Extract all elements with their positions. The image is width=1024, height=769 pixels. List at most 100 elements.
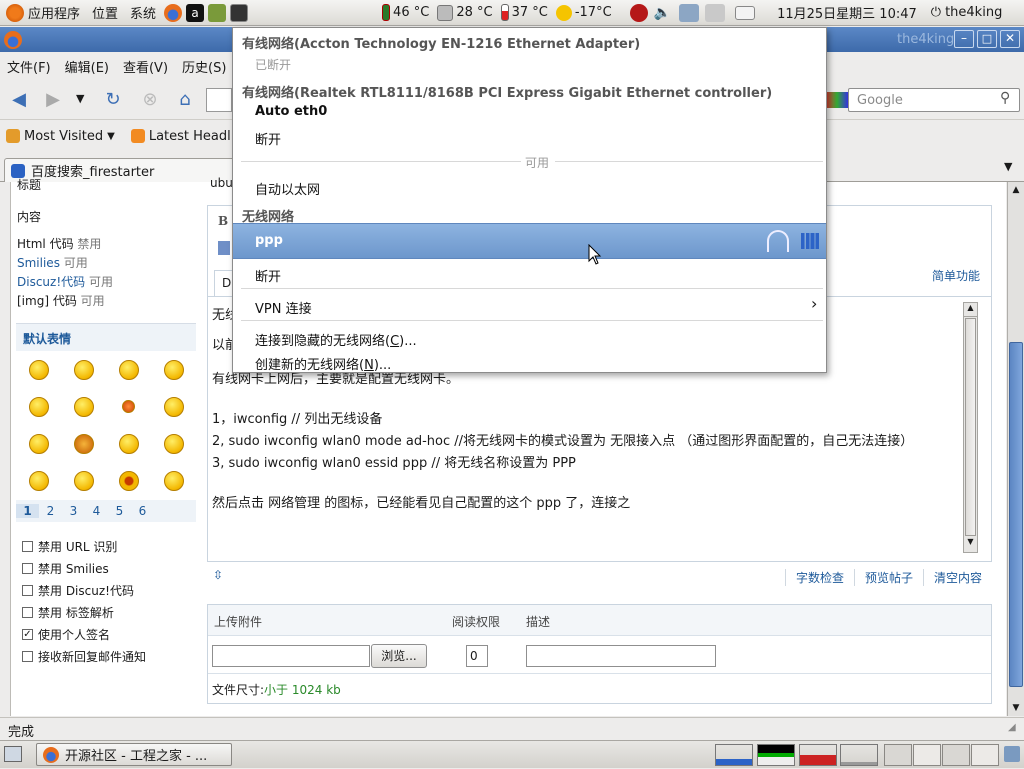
smiley-icon[interactable]	[73, 471, 94, 492]
workspace-1[interactable]	[884, 744, 912, 766]
maximize-button[interactable]: □	[977, 30, 997, 48]
option-email-notify[interactable]: 接收新回复邮件通知	[22, 645, 202, 667]
reload-button[interactable]: ↻	[100, 86, 126, 112]
read-permission-input[interactable]: 0	[466, 645, 488, 667]
menu-history[interactable]: 历史(S)	[175, 57, 233, 76]
checkbox[interactable]	[22, 562, 33, 574]
smiley-page-5[interactable]: 5	[108, 504, 131, 518]
firefox-window-icon[interactable]	[4, 31, 22, 49]
search-input[interactable]: Google	[848, 88, 1020, 112]
editor-scroll-thumb[interactable]	[965, 318, 976, 536]
trash-icon[interactable]	[1004, 746, 1020, 762]
taskbar-firefox-window[interactable]: 开源社区 - 工程之家 - ...	[36, 743, 232, 766]
smiley-icon[interactable]	[28, 471, 49, 492]
cpu-temp[interactable]: 46 °C	[382, 4, 429, 21]
history-dropdown-icon[interactable]: ▼	[76, 92, 84, 105]
workspace-3[interactable]	[942, 744, 970, 766]
word-count-button[interactable]: 字数检查	[784, 568, 854, 586]
volume-icon[interactable]: 🔈	[654, 5, 671, 21]
smiley-page-3[interactable]: 3	[62, 504, 85, 518]
power-icon[interactable]	[629, 3, 648, 22]
book-launcher-icon[interactable]	[208, 3, 227, 22]
smiley-icon[interactable]	[163, 434, 184, 455]
show-desktop-icon[interactable]	[4, 746, 22, 762]
resize-icon[interactable]: ⇳	[213, 568, 223, 582]
clear-content-button[interactable]: 清空内容	[922, 568, 992, 586]
bookmark-latest-headlines[interactable]: Latest Headl	[130, 129, 231, 144]
option-disable-smilies[interactable]: 禁用 Smilies	[22, 557, 202, 579]
smiley-page-2[interactable]: 2	[39, 504, 62, 518]
auto-eth0-item[interactable]: Auto eth0	[255, 104, 327, 119]
simple-mode-link[interactable]: 简单功能	[932, 267, 980, 284]
places-menu[interactable]: 位置	[86, 0, 124, 26]
workspace-2[interactable]	[913, 744, 941, 766]
weather[interactable]: -17°C	[555, 4, 612, 21]
wireless-disconnect-item[interactable]: 断开	[255, 266, 281, 285]
page-scroll-up-icon[interactable]: ▲	[1008, 182, 1024, 198]
smiley-page-1[interactable]: 1	[16, 504, 39, 518]
network-manager-icon[interactable]	[679, 3, 700, 22]
stop-button[interactable]: ⊗	[137, 86, 163, 112]
tab-list-chevron-icon[interactable]: ▼	[1004, 160, 1012, 173]
subject-input-partial[interactable]: ubu	[210, 176, 233, 190]
smiley-icon[interactable]	[163, 396, 184, 417]
smiley-page-4[interactable]: 4	[85, 504, 108, 518]
disk-temp[interactable]: 28 °C	[437, 4, 493, 21]
smiley-icon[interactable]	[28, 396, 49, 417]
browse-button[interactable]: 浏览...	[371, 644, 427, 668]
editor-scrollbar[interactable]: ▲ ▼	[963, 302, 978, 553]
smiley-icon[interactable]	[163, 471, 184, 492]
smiley-icon[interactable]	[118, 359, 139, 380]
smiley-icon[interactable]	[122, 400, 135, 414]
option-disable-discuz[interactable]: 禁用 Discuz!代码	[22, 579, 202, 601]
checkbox[interactable]	[22, 650, 33, 662]
minimize-button[interactable]: –	[954, 30, 974, 48]
checkbox[interactable]	[22, 584, 33, 596]
back-button[interactable]: ◀	[6, 86, 32, 112]
smiley-page-6[interactable]: 6	[131, 504, 154, 518]
menu-file[interactable]: 文件(F)	[0, 57, 58, 76]
checkbox[interactable]	[22, 606, 33, 618]
smiley-icon[interactable]	[73, 434, 94, 455]
terminal-launcher-icon[interactable]	[230, 3, 249, 22]
network-device-icon[interactable]	[705, 3, 726, 22]
workspace-4[interactable]	[971, 744, 999, 766]
user-switcher[interactable]: ⏻ the4king	[931, 5, 1003, 20]
create-wireless-item[interactable]: 创建新的无线网络(N)...	[255, 354, 391, 373]
menu-edit[interactable]: 编辑(E)	[58, 57, 116, 76]
firefox-launcher-icon[interactable]	[164, 3, 183, 22]
home-button[interactable]: ⌂	[172, 86, 198, 112]
smiley-icon[interactable]	[118, 434, 139, 455]
smiley-icon[interactable]	[28, 359, 49, 380]
file-path-input[interactable]	[212, 645, 370, 667]
search-engine-icon[interactable]	[826, 92, 848, 108]
url-bar[interactable]	[206, 88, 232, 112]
smiley-icon[interactable]	[163, 359, 184, 380]
smiley-icon[interactable]	[118, 471, 139, 492]
page-scrollbar[interactable]: ▲ ▼	[1007, 182, 1024, 716]
menu-view[interactable]: 查看(V)	[116, 57, 175, 76]
smiley-icon[interactable]	[73, 396, 94, 417]
search-icon[interactable]: ⚲	[1000, 90, 1010, 106]
vpn-submenu-item[interactable]: VPN 连接	[255, 298, 312, 317]
terminal-a-launcher-icon[interactable]: a	[186, 3, 205, 22]
smilies-link[interactable]: Smilies	[17, 256, 60, 270]
description-input[interactable]	[526, 645, 716, 667]
smiley-icon[interactable]	[73, 359, 94, 380]
mail-icon[interactable]	[735, 5, 756, 20]
wired-disconnect-item[interactable]: 断开	[255, 129, 281, 148]
checkbox-checked[interactable]: ✓	[22, 628, 33, 640]
smiley-icon[interactable]	[28, 434, 49, 455]
clock[interactable]: 11月25日星期三 10:47	[777, 3, 917, 22]
option-use-signature[interactable]: ✓ 使用个人签名	[22, 623, 202, 645]
option-disable-tags[interactable]: 禁用 标签解析	[22, 601, 202, 623]
connect-hidden-wireless-item[interactable]: 连接到隐藏的无线网络(C)...	[255, 330, 417, 349]
applications-menu[interactable]: 应用程序	[0, 0, 86, 26]
auto-ethernet-item[interactable]: 自动以太网	[255, 179, 320, 198]
font-color-icon[interactable]	[218, 241, 230, 255]
scroll-down-icon[interactable]: ▼	[964, 537, 977, 551]
preview-button[interactable]: 预览帖子	[853, 568, 923, 586]
system-monitor[interactable]	[715, 744, 879, 769]
system-menu[interactable]: 系统	[124, 0, 162, 26]
scroll-up-icon[interactable]: ▲	[964, 303, 977, 317]
